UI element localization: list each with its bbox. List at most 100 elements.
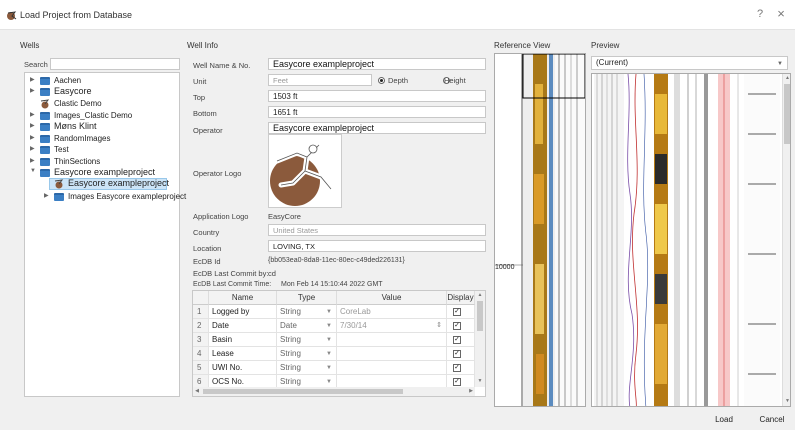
cell-value[interactable] [337, 361, 447, 375]
expand-arrow-icon[interactable]: ▶ [30, 111, 36, 118]
unit-input[interactable]: Feet [268, 74, 372, 86]
column-header-value[interactable]: Value [337, 291, 447, 305]
tree-item-easycore[interactable]: Easycore [54, 86, 92, 97]
cancel-button[interactable]: Cancel [752, 411, 792, 429]
cell-name[interactable]: UWI No. [209, 361, 277, 375]
top-input[interactable]: 1503 ft [268, 90, 486, 102]
tree-item-test[interactable]: Test [54, 144, 69, 155]
tree-item-aachen[interactable]: Aachen [54, 75, 81, 86]
preview-selector-dropdown[interactable]: (Current) ▼ [591, 56, 788, 70]
scrollbar-thumb[interactable] [203, 389, 403, 394]
folder-icon [54, 193, 64, 201]
load-button[interactable]: Load [704, 411, 744, 429]
cell-type[interactable]: String ▼ [277, 333, 337, 347]
row-number: 4 [193, 347, 209, 361]
last-commit-time-label: EcDB Last Commit Time: [193, 281, 272, 288]
tree-item-thinsections[interactable]: ThinSections [54, 156, 100, 167]
expand-arrow-icon[interactable]: ▶ [30, 122, 36, 129]
tree-item-images-clastic-demo[interactable]: Images_Clastic Demo [54, 110, 132, 121]
display-checkbox[interactable]: ✓ [453, 308, 461, 316]
cell-display[interactable]: ✓ [447, 333, 475, 347]
country-label: Country [193, 228, 220, 237]
column-header-display[interactable]: Display [447, 291, 475, 305]
row-number: 1 [193, 305, 209, 319]
display-checkbox[interactable]: ✓ [453, 336, 461, 344]
wells-tree[interactable]: ▶ Aachen ▶ Easycore Clastic Demo ▶ Image… [24, 72, 186, 397]
attributes-table[interactable]: Name Type Value Display 1 Logged by Stri… [192, 290, 486, 397]
scroll-right-icon[interactable]: ▶ [467, 387, 475, 396]
preview-vertical-scrollbar[interactable]: ▲ ▼ [782, 74, 790, 406]
scroll-down-icon[interactable]: ▼ [783, 397, 790, 405]
column-header-type[interactable]: Type [277, 291, 337, 305]
location-input[interactable]: LOVING, TX [268, 240, 486, 252]
scroll-up-icon[interactable]: ▲ [783, 74, 790, 82]
cell-display[interactable]: ✓ [447, 319, 475, 333]
cell-display[interactable]: ✓ [447, 361, 475, 375]
tree-item-easycore-exampleproject[interactable]: Easycore exampleproject [54, 167, 155, 178]
cell-value[interactable]: CoreLab [337, 305, 447, 319]
cell-type[interactable]: String ▼ [277, 305, 337, 319]
ecdb-id-value: {bb053ea0-8da8-11ec-80ec-c49ded226131} [268, 257, 405, 264]
tree-item-images-easycore-exampleproject[interactable]: Images Easycore exampleproject [68, 191, 186, 202]
expand-arrow-icon[interactable]: ▶ [30, 145, 36, 152]
preview-panel[interactable]: ▲ ▼ [591, 73, 791, 407]
scroll-up-icon[interactable]: ▲ [475, 291, 485, 299]
location-label: Location [193, 244, 222, 253]
collapse-arrow-icon[interactable]: ▼ [30, 168, 36, 174]
operator-logo-image[interactable] [268, 134, 342, 208]
cell-value[interactable] [337, 347, 447, 361]
close-button[interactable]: × [773, 6, 789, 21]
cell-type-text: Date [280, 321, 297, 330]
scrollbar-thumb[interactable] [784, 84, 790, 144]
tree-item-clastic-demo[interactable]: Clastic Demo [54, 98, 102, 109]
expand-arrow-icon[interactable]: ▶ [30, 134, 36, 141]
display-checkbox[interactable]: ✓ [453, 364, 461, 372]
display-checkbox[interactable]: ✓ [453, 378, 461, 386]
column-header-name[interactable]: Name [209, 291, 277, 305]
table-vertical-scrollbar[interactable]: ▲ ▼ [475, 291, 485, 387]
well-name-input[interactable]: Easycore exampleproject [268, 58, 486, 70]
bottom-input[interactable]: 1651 ft [268, 106, 486, 118]
display-checkbox[interactable]: ✓ [453, 350, 461, 358]
table-horizontal-scrollbar[interactable]: ◀ ▶ [193, 387, 475, 396]
scroll-left-icon[interactable]: ◀ [193, 387, 201, 396]
cell-type[interactable]: Date ▼ [277, 319, 337, 333]
expand-arrow-icon[interactable]: ▶ [44, 192, 50, 199]
cell-name[interactable]: Lease [209, 347, 277, 361]
dropdown-arrow-icon: ▼ [326, 337, 332, 343]
search-input[interactable] [50, 58, 180, 70]
cell-name[interactable]: Basin [209, 333, 277, 347]
expand-arrow-icon[interactable]: ▶ [30, 87, 36, 94]
country-input[interactable]: United States [268, 224, 486, 236]
reference-well-log-icon [495, 54, 585, 406]
depth-radio[interactable] [378, 77, 385, 85]
display-checkbox[interactable]: ✓ [453, 322, 461, 330]
expand-arrow-icon[interactable]: ▶ [30, 76, 36, 83]
operator-logo-label: Operator Logo [193, 169, 242, 178]
expand-arrow-icon[interactable]: ▶ [30, 157, 36, 164]
tree-item-randomimages[interactable]: RandomImages [54, 133, 110, 144]
cell-name[interactable]: Date [209, 319, 277, 333]
cell-display[interactable]: ✓ [447, 305, 475, 319]
tree-item-easycore-exampleproject-selected[interactable]: Easycore exampleproject [68, 178, 169, 189]
last-commit-by-value: cd [268, 269, 276, 278]
date-spinner-icon[interactable]: ⇕ [436, 319, 442, 332]
cell-name[interactable]: Logged by [209, 305, 277, 319]
cell-type[interactable]: String ▼ [277, 361, 337, 375]
cell-display[interactable]: ✓ [447, 347, 475, 361]
reference-view-panel[interactable] [494, 53, 586, 407]
tree-item-mons-klint[interactable]: Møns Klint [54, 121, 97, 132]
easycore-project-icon [40, 99, 50, 109]
help-button[interactable]: ? [752, 8, 768, 20]
easycore-project-icon [54, 179, 64, 189]
dropdown-arrow-icon: ▼ [326, 351, 332, 357]
scroll-down-icon[interactable]: ▼ [475, 377, 485, 385]
cell-value[interactable]: 7/30/14 ⇕ [337, 319, 447, 333]
ecdb-id-label: EcDB Id [193, 257, 221, 266]
scrollbar-thumb[interactable] [477, 301, 483, 331]
cell-type[interactable]: String ▼ [277, 347, 337, 361]
last-commit-time-value: Mon Feb 14 15:10:44 2022 GMT [281, 281, 383, 288]
operator-label: Operator [193, 126, 223, 135]
cell-value[interactable] [337, 333, 447, 347]
operator-input[interactable]: Easycore exampleproject [268, 122, 486, 134]
